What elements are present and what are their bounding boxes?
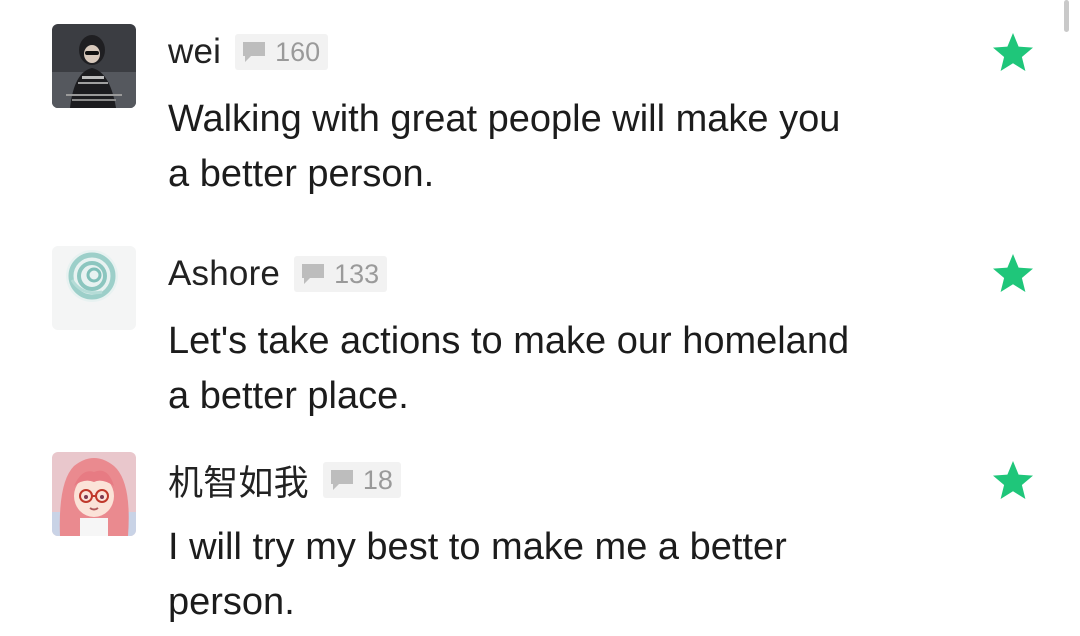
comment-text-line: I will try my best to make me a better: [168, 526, 787, 568]
reply-count-badge[interactable]: 160: [235, 34, 329, 70]
avatar[interactable]: [52, 24, 136, 108]
comment-text: I will try my best to make me a better p…: [168, 520, 968, 630]
reply-count-badge[interactable]: 133: [294, 256, 388, 292]
star-icon[interactable]: [990, 251, 1036, 297]
reply-count: 160: [275, 36, 321, 67]
comment-bubble-icon: [243, 42, 266, 62]
username[interactable]: wei: [168, 32, 221, 72]
comment-text-line: Walking with great people will make you: [168, 98, 841, 140]
comment-text: Let's take actions to make our homeland …: [168, 314, 968, 424]
scrollbar[interactable]: [1064, 0, 1069, 32]
comment-bubble-icon: [330, 470, 353, 490]
comment-bubble-icon: [302, 264, 325, 284]
comment-text-line: Let's take actions to make our homeland: [168, 320, 850, 362]
username[interactable]: 机智如我: [168, 455, 309, 506]
comment-header: 机智如我 18: [168, 458, 401, 503]
comment-text: Walking with great people will make you …: [168, 92, 968, 202]
avatar[interactable]: [52, 452, 136, 536]
reply-count: 133: [334, 258, 380, 289]
comment-header: Ashore 133: [168, 252, 388, 296]
comment-text-line: person.: [168, 581, 295, 623]
comment-header: wei 160: [168, 30, 329, 74]
comment-text-line: a better place.: [168, 375, 409, 417]
reply-count: 18: [362, 464, 393, 495]
username[interactable]: Ashore: [168, 254, 280, 294]
star-icon[interactable]: [990, 30, 1036, 76]
star-icon[interactable]: [990, 458, 1036, 504]
comment-text-line: a better person.: [168, 153, 435, 195]
avatar[interactable]: [52, 246, 136, 330]
reply-count-badge[interactable]: 18: [322, 462, 401, 498]
